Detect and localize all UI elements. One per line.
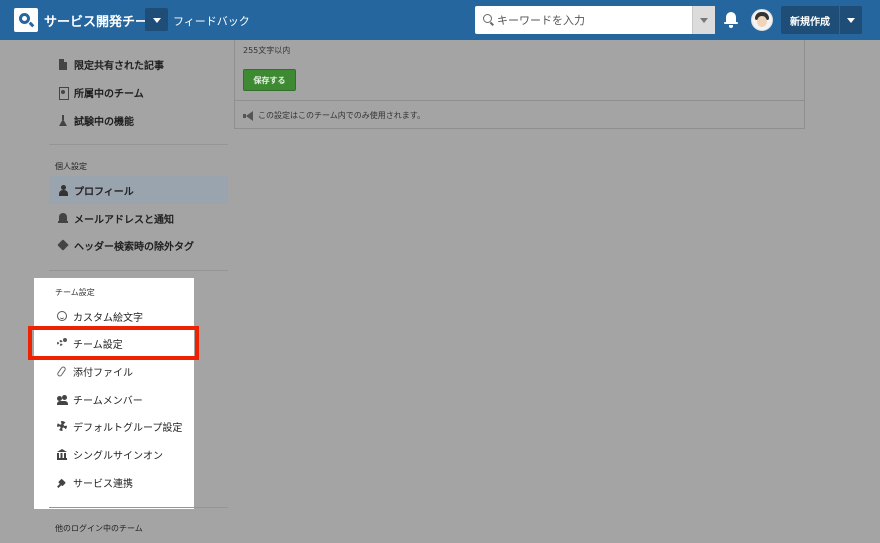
sidebar-item-label: サービス連携 [73,478,133,490]
tag-icon [58,240,68,251]
sidebar-item-joined-teams[interactable]: 所属中のチーム [49,78,228,106]
caret-down-icon [847,18,855,23]
card-notice: この設定はこのチーム内でのみ使用されます。 [243,110,425,121]
sidebar-item-label: 所属中のチーム [74,88,144,100]
sidebar-item-label: プロフィール [74,186,134,198]
notice-text: この設定はこのチーム内でのみ使用されます。 [258,111,425,120]
personal-settings-heading: 個人設定 [55,162,87,171]
sidebar-item-label: 限定共有された記事 [74,60,164,72]
sidebar-item-label: カスタム絵文字 [73,312,143,324]
team-switcher-dropdown[interactable] [145,8,168,31]
app-logo[interactable] [14,8,38,32]
search-input[interactable] [497,6,687,34]
paperclip-icon [57,366,67,377]
new-post-button[interactable]: 新規作成 [781,6,839,34]
document-icon [58,58,68,70]
sidebar-divider [49,270,228,271]
sidebar-item-team-members[interactable]: チームメンバー [49,385,194,413]
sidebar-item-default-group[interactable]: デフォルトグループ設定 [49,412,194,440]
sidebar-item-label: シングルサインオン [73,450,163,462]
caret-down-icon [700,18,708,23]
sidebar-item-label: メールアドレスと通知 [74,214,174,226]
plug-icon [57,477,67,488]
sidebar-item-label: ヘッダー検索時の除外タグ [74,241,194,253]
caret-down-icon [152,17,161,23]
megaphone-icon [243,110,253,121]
sidebar-item-profile[interactable]: プロフィール [49,176,228,204]
sidebar-item-label: 添付ファイル [73,367,133,379]
bell-icon [58,212,68,224]
sidebar-divider [49,507,228,508]
sidebar-item-email-notifications[interactable]: メールアドレスと通知 [49,204,228,232]
flask-icon [58,114,68,126]
user-avatar[interactable] [751,9,773,31]
sidebar-item-limited-shared[interactable]: 限定共有された記事 [49,50,228,78]
top-navbar: サービス開発チーム フィードバック 新規作成 [0,0,880,40]
sidebar-item-label: 試験中の機能 [74,116,134,128]
sidebar-divider [49,144,228,145]
sidebar-item-experimental[interactable]: 試験中の機能 [49,106,228,134]
save-button[interactable]: 保存する [243,69,296,91]
bank-icon [57,448,67,460]
sidebar-item-excluded-tags[interactable]: ヘッダー検索時の除外タグ [49,231,228,259]
sidebar-item-attachments[interactable]: 添付ファイル [49,357,194,385]
other-teams-heading: 他のログイン中のチーム [55,524,143,533]
new-post-dropdown[interactable] [840,6,862,34]
user-icon [58,184,68,196]
feedback-link[interactable]: フィードバック [173,13,250,29]
sidebar-item-label: チームメンバー [73,395,143,407]
id-badge-icon [58,86,69,100]
search-box [475,6,715,34]
char-limit-hint: 255文字以内 [243,46,291,55]
cog-icon [57,420,67,432]
sidebar-item-integrations[interactable]: サービス連携 [49,468,194,496]
sidebar-item-label: デフォルトグループ設定 [73,422,183,434]
card-divider [234,100,805,101]
sidebar-item-single-sign-on[interactable]: シングルサインオン [49,440,194,468]
search-icon [483,14,492,23]
users-icon [57,394,68,405]
highlight-annotation-box [28,326,199,360]
team-settings-heading: チーム設定 [55,288,95,297]
team-name[interactable]: サービス開発チーム [44,11,161,30]
notification-bell-icon[interactable] [724,12,738,28]
search-options-dropdown[interactable] [692,6,715,34]
smile-icon [57,310,67,322]
